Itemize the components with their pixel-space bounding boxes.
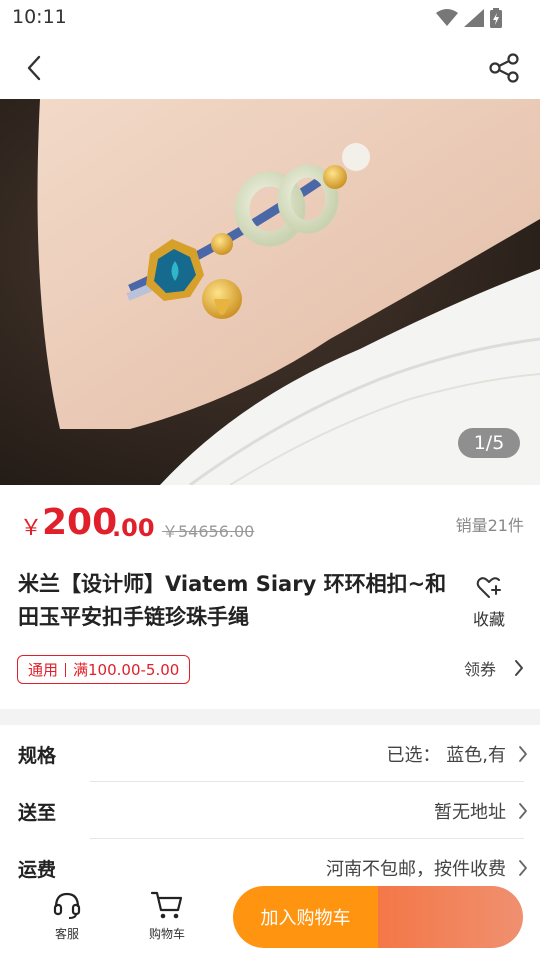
heart-add-icon xyxy=(476,577,501,598)
spec-label: 运费 xyxy=(18,859,57,881)
favorite-button[interactable]: 收藏 xyxy=(468,576,510,630)
product-photo xyxy=(0,99,540,485)
coupon-rule: 满100.00-5.00 xyxy=(73,661,180,679)
back-button[interactable] xyxy=(14,48,54,88)
spec-label: 送至 xyxy=(18,802,57,824)
chevron-left-icon xyxy=(27,55,41,81)
chevron-right-icon xyxy=(519,746,527,762)
status-icons xyxy=(436,8,502,28)
customer-service-button[interactable]: 客服 xyxy=(37,890,97,942)
price-decimal: .00 xyxy=(112,514,155,542)
get-coupon-button[interactable]: 领券 xyxy=(464,656,524,680)
image-counter: 1/5 xyxy=(458,428,520,458)
section-divider xyxy=(0,709,540,725)
cart-button[interactable]: 购物车 xyxy=(137,890,197,942)
get-coupon-label: 领券 xyxy=(463,660,496,679)
status-bar: 10:11 xyxy=(0,0,540,38)
spec-row-specification[interactable]: 规格 已选： 蓝色,有 xyxy=(0,725,540,782)
share-icon xyxy=(489,53,519,83)
product-title: 米兰【设计师】Viatem Siary 环环相扣~和田玉平安扣手链珍珠手绳 xyxy=(18,572,447,629)
coupon-separator xyxy=(65,662,67,677)
bottom-action-bar: 客服 购物车 加入购物车 xyxy=(0,880,540,960)
price-currency: ￥ xyxy=(20,516,43,541)
price-row: ￥ 200 .00 ￥54656.00 销量21件 xyxy=(0,500,540,550)
battery-icon xyxy=(490,8,502,28)
customer-service-label: 客服 xyxy=(54,927,79,941)
top-navigation xyxy=(0,38,540,98)
coupon-tag[interactable]: 通用 满100.00-5.00 xyxy=(17,655,191,684)
product-image-gallery[interactable]: 1/5 xyxy=(0,99,540,485)
spec-value: 已选： 蓝色,有 xyxy=(386,745,506,766)
chevron-right-icon xyxy=(519,803,527,819)
chevron-right-icon xyxy=(519,860,527,876)
cart-label: 购物车 xyxy=(148,927,185,941)
headset-icon xyxy=(53,892,81,919)
share-button[interactable] xyxy=(484,48,524,88)
original-price: ￥54656.00 xyxy=(162,522,255,541)
spec-value: 暂无地址 xyxy=(434,802,506,823)
add-to-cart-button[interactable]: 加入购物车 xyxy=(233,886,378,948)
spec-row-ship-to[interactable]: 送至 暂无地址 xyxy=(0,782,540,839)
chevron-right-icon xyxy=(515,660,523,676)
wifi-icon xyxy=(436,9,458,26)
status-time: 10:11 xyxy=(12,6,67,28)
coupon-scope: 通用 xyxy=(28,661,59,679)
spec-value: 河南不包邮，按件收费 xyxy=(326,859,506,880)
price-integer: 200 xyxy=(42,502,118,543)
cart-icon xyxy=(150,891,183,919)
buy-now-button[interactable] xyxy=(378,886,523,948)
cta-group: 加入购物车 xyxy=(233,886,523,948)
sales-count: 销量21件 xyxy=(455,516,524,535)
spec-label: 规格 xyxy=(18,745,57,767)
favorite-label: 收藏 xyxy=(472,610,505,629)
signal-icon xyxy=(464,9,484,27)
